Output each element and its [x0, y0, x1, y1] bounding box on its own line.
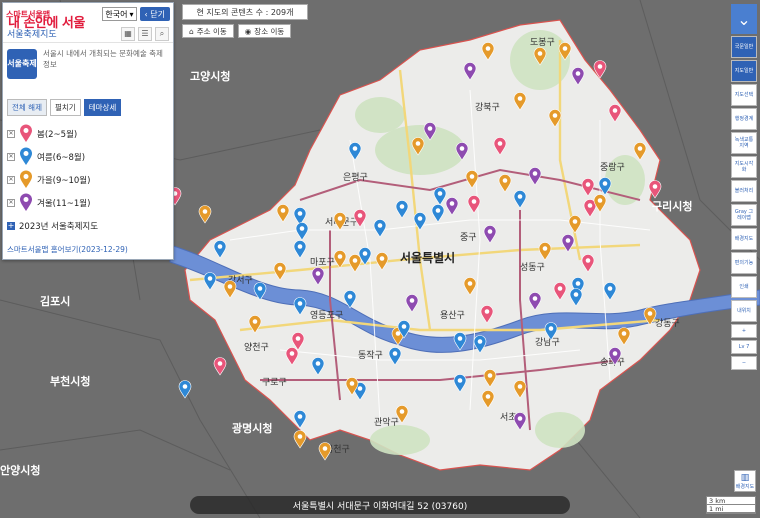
place-move-button[interactable]: ◉ 장소 이동 — [237, 24, 292, 38]
basemap-toggle-button[interactable]: ▥ 배경지도 — [734, 470, 756, 492]
address-bar: 서울특별시 서대문구 이화여대길 52 (03760) — [190, 496, 570, 514]
label-dongjak: 동작구 — [358, 350, 383, 361]
grid-view-icon[interactable]: ▦ — [121, 26, 135, 41]
address-move-button[interactable]: ⌂ 주소 이동 — [182, 24, 234, 38]
label-bucheon: 부천시청 — [50, 374, 90, 388]
snowflake-icon — [20, 193, 32, 211]
address-move-label: 주소 이동 — [196, 26, 227, 36]
list-view-icon[interactable]: ☰ — [138, 26, 152, 41]
theme-description: 서울시 내에서 개최되는 문화예술 축제 정보 — [43, 49, 163, 69]
label-seongdong: 성동구 — [520, 262, 545, 273]
legend-list: ✕ 봄(2~5월) ✕ 여름(6~8월) ✕ 가을(9~10월) ✕ 겨울(11… — [3, 120, 173, 239]
scale-bar: 3 km 1 mi — [706, 496, 756, 514]
theme-panel: 스마트서울맵 한국어 ▾ ‹ 닫기 서울축제지도 ▦ ☰ ⌕ 서울축제 서울시 … — [2, 2, 174, 260]
label-yeongdeungpo: 영등포구 — [310, 310, 343, 321]
move-buttons: ⌂ 주소 이동 ◉ 장소 이동 — [182, 24, 292, 38]
label-gwanak: 관악구 — [374, 416, 399, 428]
label-guro: 구로구 — [262, 377, 287, 388]
details-button[interactable]: 테마상세 — [83, 99, 122, 116]
label-goyang: 고양시청 — [190, 69, 230, 83]
sun-icon — [20, 147, 32, 165]
toolbar-basemap[interactable]: 배경지도 — [731, 228, 757, 250]
toolbar-print[interactable]: 인쇄 — [731, 276, 757, 298]
content-count: 현 지도의 콘텐츠 수 : 209개 — [182, 4, 308, 20]
toolbar-my-location[interactable]: 내위치 — [731, 300, 757, 322]
toolbar-korean[interactable]: 국문일반 — [731, 36, 757, 58]
select-all-button[interactable]: 전체 해제 — [7, 99, 47, 116]
legend-label: 여름(6~8월) — [37, 152, 86, 163]
zoom-level: Lv 7 — [731, 340, 757, 354]
label-gwangmyeong: 광명시청 — [232, 421, 272, 435]
label-gimpo: 김포시 — [40, 295, 70, 308]
home-link[interactable]: 스마트서울맵 홈어보기(2023-12-29) — [7, 244, 128, 255]
action-buttons: 전체 해제 펼치기 테마상세 — [3, 95, 173, 120]
label-yongsan: 용산구 — [440, 310, 465, 321]
label-seoul: 서울특별시 — [400, 250, 455, 265]
label-jungnang: 중랑구 — [600, 161, 625, 173]
toolbar-green-zone[interactable]: 녹색교통지역 — [731, 132, 757, 154]
toolbar-graymap[interactable]: Gray 그레이맵 — [731, 204, 757, 226]
label-dobong: 도봉구 — [530, 37, 555, 48]
scale-km: 3 km — [707, 497, 755, 505]
label-guri: 구리시청 — [652, 199, 692, 213]
legend-item-winter[interactable]: ✕ 겨울(11~1월) — [7, 191, 169, 214]
legend-item-2023[interactable]: + 2023년 서울축제지도 — [7, 214, 169, 237]
expand-plus-icon[interactable]: + — [7, 221, 15, 230]
toolbar-convenience[interactable]: 편의기능 — [731, 252, 757, 274]
chevron-down-icon[interactable]: ⌄ — [731, 4, 757, 34]
checkbox[interactable]: ✕ — [7, 175, 15, 184]
legend-item-summer[interactable]: ✕ 여름(6~8월) — [7, 145, 169, 168]
label-jung: 중구 — [460, 232, 477, 243]
right-toolbar: ⌄ 국문일반 지도일반 지도선택 행정경계 녹색교통지역 지도시각화 블러처리 … — [731, 4, 757, 444]
seoul-brand-logo: 내 손안에 서울 — [8, 16, 85, 31]
pin-icon: ◉ — [244, 26, 252, 36]
place-move-label: 장소 이동 — [254, 26, 285, 36]
legend-label: 가을(9~10월) — [37, 175, 91, 186]
label-eunpyeong: 은평구 — [343, 172, 368, 183]
flower-icon — [20, 124, 32, 142]
expand-button[interactable]: 펼치기 — [49, 99, 81, 116]
language-value: 한국어 — [105, 9, 128, 19]
toolbar-map-general[interactable]: 지도일반 — [731, 60, 757, 82]
search-icon[interactable]: ⌕ — [155, 26, 169, 41]
label-mapo: 마포구 — [310, 257, 335, 268]
toolbar-map-select[interactable]: 지도선택 — [731, 84, 757, 106]
label-gangdong: 강동구 — [655, 318, 680, 329]
label-yangcheon: 양천구 — [244, 342, 269, 353]
legend-label: 겨울(11~1월) — [37, 198, 91, 209]
layers-icon: ▥ — [740, 472, 750, 483]
scale-mi: 1 mi — [707, 505, 755, 513]
label-gangnam: 강남구 — [535, 337, 560, 348]
basemap-toggle-label: 배경지도 — [735, 483, 755, 490]
zoom-in-button[interactable]: + — [731, 324, 757, 338]
close-label: 닫기 — [150, 9, 165, 19]
close-panel-button[interactable]: ‹ 닫기 — [139, 7, 170, 21]
toolbar-blur[interactable]: 블러처리 — [731, 180, 757, 202]
chevron-down-icon: ▾ — [129, 9, 134, 19]
language-select[interactable]: 한국어 ▾ — [102, 7, 137, 21]
theme-info: 서울축제 서울시 내에서 개최되는 문화예술 축제 정보 — [3, 43, 173, 91]
legend-item-autumn[interactable]: ✕ 가을(9~10월) — [7, 168, 169, 191]
label-anyang: 안양시청 — [0, 463, 40, 477]
checkbox[interactable]: ✕ — [7, 129, 15, 138]
zoom-out-button[interactable]: − — [731, 356, 757, 370]
legend-label: 2023년 서울축제지도 — [19, 221, 99, 232]
theme-logo: 서울축제 — [7, 49, 37, 79]
checkbox[interactable]: ✕ — [7, 198, 15, 207]
legend-label: 봄(2~5월) — [37, 129, 78, 140]
home-icon: ⌂ — [189, 26, 194, 36]
toolbar-admin-boundary[interactable]: 행정경계 — [731, 108, 757, 130]
label-gangbuk: 강북구 — [475, 102, 500, 113]
leaf-icon — [20, 170, 32, 188]
checkbox[interactable]: ✕ — [7, 152, 15, 161]
toolbar-visualize[interactable]: 지도시각화 — [731, 156, 757, 178]
legend-item-spring[interactable]: ✕ 봄(2~5월) — [7, 122, 169, 145]
